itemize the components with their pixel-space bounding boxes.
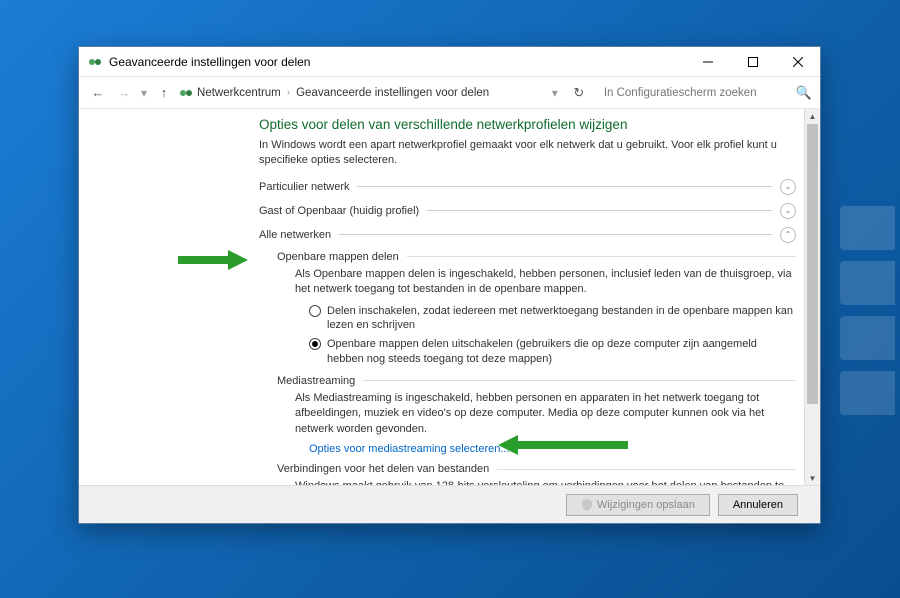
chevron-up-icon[interactable]: ⌃ bbox=[780, 227, 796, 243]
radio-enable-sharing[interactable]: Delen inschakelen, zodat iedereen met ne… bbox=[309, 304, 796, 334]
chevron-right-icon: › bbox=[287, 87, 290, 98]
breadcrumb-item-1[interactable]: Netwerkcentrum bbox=[197, 87, 281, 99]
button-label: Wijzigingen opslaan bbox=[597, 499, 695, 511]
subsection-public-folders: Openbare mappen delen Als Openbare mappe… bbox=[277, 251, 796, 367]
window-icon bbox=[87, 54, 103, 70]
button-label: Annuleren bbox=[733, 499, 783, 511]
chevron-down-icon[interactable]: ⌄ bbox=[780, 203, 796, 219]
window-controls bbox=[685, 47, 820, 77]
shield-icon bbox=[581, 499, 593, 511]
scroll-up-icon[interactable]: ▲ bbox=[805, 109, 820, 123]
window-title: Geavanceerde instellingen voor delen bbox=[109, 55, 685, 69]
nav-back-button[interactable]: ← bbox=[87, 82, 109, 104]
radio-disable-sharing[interactable]: Openbare mappen delen uitschakelen (gebr… bbox=[309, 337, 796, 367]
subsection-description: Windows maakt gebruik van 128-bits versl… bbox=[295, 479, 796, 485]
search-icon: 🔍 bbox=[796, 85, 812, 101]
section-private-network[interactable]: Particulier netwerk ⌄ bbox=[259, 179, 796, 195]
subsection-filesharing: Verbindingen voor het delen van bestande… bbox=[277, 463, 796, 485]
scrollbar-thumb[interactable] bbox=[807, 124, 818, 404]
subsection-title: Openbare mappen delen bbox=[277, 251, 399, 263]
subsection-description: Als Mediastreaming is ingeschakeld, hebb… bbox=[295, 391, 796, 437]
subsection-title: Verbindingen voor het delen van bestande… bbox=[277, 463, 489, 475]
section-label: Particulier netwerk bbox=[259, 181, 349, 193]
breadcrumb[interactable]: Netwerkcentrum › Geavanceerde instelling… bbox=[179, 86, 546, 100]
page-title: Opties voor delen van verschillende netw… bbox=[259, 117, 796, 132]
subsection-title: Mediastreaming bbox=[277, 375, 355, 387]
page-description: In Windows wordt een apart netwerkprofie… bbox=[259, 138, 796, 169]
nav-forward-button[interactable]: → bbox=[113, 82, 135, 104]
footer: Wijzigingen opslaan Annuleren bbox=[79, 485, 820, 523]
settings-window: Geavanceerde instellingen voor delen ← →… bbox=[78, 46, 821, 524]
search-input[interactable] bbox=[598, 82, 788, 104]
refresh-button[interactable]: ↻ bbox=[568, 85, 590, 101]
radio-label: Openbare mappen delen uitschakelen (gebr… bbox=[327, 337, 796, 367]
scroll-down-icon[interactable]: ▼ bbox=[805, 471, 820, 485]
section-label: Gast of Openbaar (huidig profiel) bbox=[259, 205, 419, 217]
mediastreaming-options-link[interactable]: Opties voor mediastreaming selecteren... bbox=[309, 443, 796, 455]
titlebar: Geavanceerde instellingen voor delen bbox=[79, 47, 820, 77]
nav-up-button[interactable]: ↑ bbox=[153, 82, 175, 104]
subsection-mediastreaming: Mediastreaming Als Mediastreaming is ing… bbox=[277, 375, 796, 455]
content-area: Opties voor delen van verschillende netw… bbox=[79, 109, 820, 485]
breadcrumb-dropdown-icon[interactable]: ▾ bbox=[552, 86, 558, 100]
maximize-button[interactable] bbox=[730, 47, 775, 77]
section-guest-public[interactable]: Gast of Openbaar (huidig profiel) ⌄ bbox=[259, 203, 796, 219]
desktop-background-bars bbox=[840, 200, 900, 420]
cancel-button[interactable]: Annuleren bbox=[718, 494, 798, 516]
minimize-button[interactable] bbox=[685, 47, 730, 77]
content-scroll: Opties voor delen van verschillende netw… bbox=[79, 109, 820, 485]
navbar: ← → ▾ ↑ Netwerkcentrum › Geavanceerde in… bbox=[79, 77, 820, 109]
subsection-description: Als Openbare mappen delen is ingeschakel… bbox=[295, 267, 796, 298]
chevron-down-icon[interactable]: ⌄ bbox=[780, 179, 796, 195]
breadcrumb-item-2[interactable]: Geavanceerde instellingen voor delen bbox=[296, 87, 489, 99]
section-label: Alle netwerken bbox=[259, 229, 331, 241]
close-button[interactable] bbox=[775, 47, 820, 77]
section-all-networks[interactable]: Alle netwerken ⌃ bbox=[259, 227, 796, 243]
radio-icon[interactable] bbox=[309, 305, 321, 317]
radio-label: Delen inschakelen, zodat iedereen met ne… bbox=[327, 304, 796, 334]
network-center-icon bbox=[179, 86, 193, 100]
scrollbar[interactable]: ▲ ▼ bbox=[804, 109, 820, 485]
save-changes-button[interactable]: Wijzigingen opslaan bbox=[566, 494, 710, 516]
radio-icon[interactable] bbox=[309, 338, 321, 350]
